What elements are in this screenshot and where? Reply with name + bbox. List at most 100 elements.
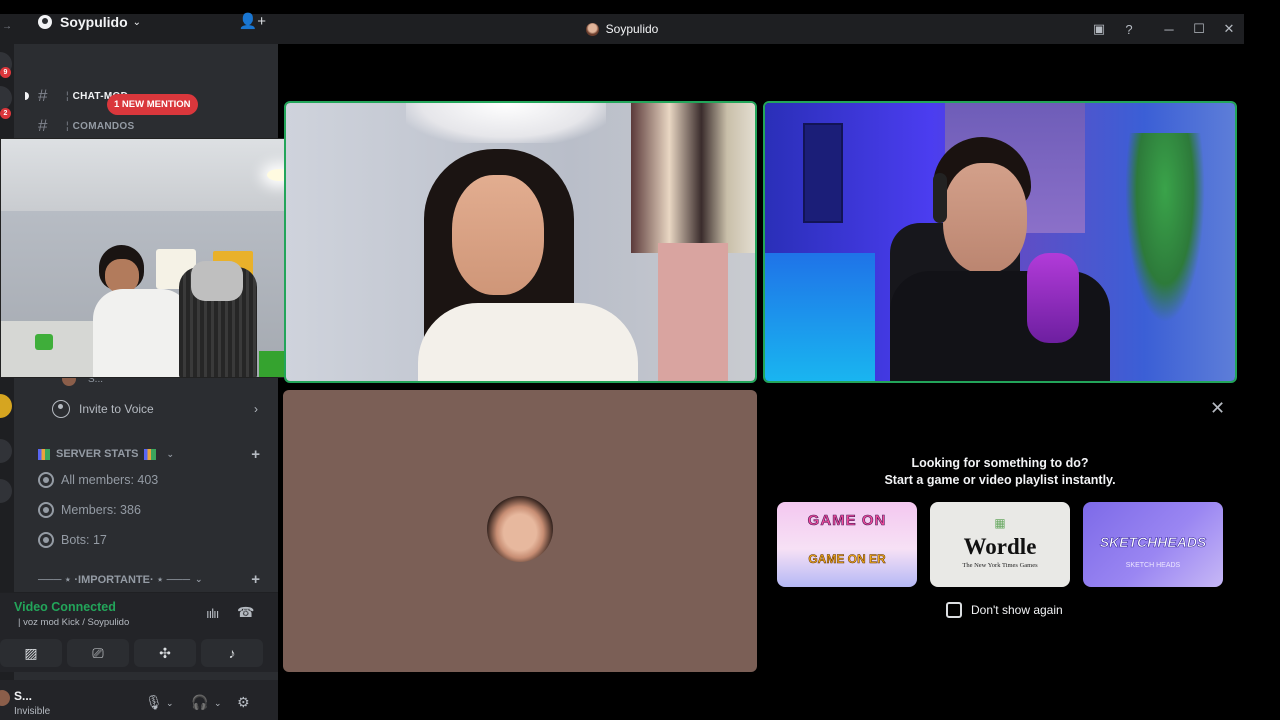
person-shirt (93, 289, 191, 377)
card-title: GAME ON (807, 512, 887, 530)
card-title: SKETCHHEADS (1099, 534, 1207, 551)
help-icon[interactable]: ? (1114, 14, 1144, 44)
stat-members[interactable]: Members: 386 (38, 500, 141, 520)
minimize-icon[interactable]: ─ (1154, 14, 1184, 44)
voice-status[interactable]: Video Connected (14, 600, 116, 614)
dont-show-again-option[interactable]: Don't show again (946, 602, 1063, 618)
mention-count-badge: 2 (0, 108, 11, 119)
chevron-down-icon[interactable]: ⌄ (166, 698, 174, 709)
wordle-grid-icon: ▦ (994, 516, 1006, 530)
category-server-stats[interactable]: SERVER STATS ⌄ + (38, 445, 268, 463)
activities-button[interactable]: ✣ (134, 639, 196, 667)
ceiling-light (406, 103, 606, 143)
server-icon[interactable] (0, 479, 12, 503)
microphone-icon[interactable]: 🎙 (145, 694, 163, 711)
hash-icon: # (38, 86, 48, 105)
screen-share-icon: ⎚ (92, 644, 104, 661)
server-name: Soypulido (60, 14, 128, 30)
channel-separator: ¦ (66, 120, 69, 132)
app-window: → Soypulido ▣ ? ─ ☐ ✕ 9 2 Soypulido ⌄ 👤+… (0, 0, 1280, 720)
maximize-icon[interactable]: ☐ (1184, 14, 1214, 44)
invite-to-voice-label: Invite to Voice (79, 402, 154, 416)
server-icon[interactable] (0, 439, 12, 463)
gear-icon[interactable]: ⚙ (237, 694, 250, 711)
category-label: SERVER STATS (56, 448, 139, 460)
desk-figure (35, 334, 53, 350)
wall-frame (803, 123, 843, 223)
window-title: Soypulido (585, 22, 659, 36)
voice-connection-panel: Video Connected | voz mod Kick / Soypuli… (0, 592, 278, 672)
video-tile-participant-2[interactable] (763, 101, 1237, 383)
card-subtitle: GAME ON ER (808, 552, 886, 567)
stats-chart-icon (38, 448, 50, 460)
chevron-right-icon: › (254, 402, 258, 416)
chevron-down-icon: ⌄ (166, 448, 175, 459)
video-tile-participant-3[interactable] (283, 390, 757, 672)
window-title-text: Soypulido (605, 22, 659, 36)
activity-card-game-on[interactable]: GAME ON GAME ON ER (777, 502, 917, 587)
channel-label: COMANDOS (72, 120, 135, 132)
disconnect-icon[interactable]: ☎ (237, 604, 254, 621)
add-channel-icon[interactable]: + (251, 446, 260, 463)
server-globe-icon (38, 15, 52, 29)
category-importante[interactable]: ─── ⋆ ·IMPORTANTE· ⋆ ─── ⌄ + (38, 570, 268, 588)
screen-share-button[interactable]: ⎚ (67, 639, 129, 667)
server-avatar-icon (585, 22, 599, 36)
video-tile-participant-1[interactable] (284, 101, 757, 383)
person-face (452, 175, 544, 295)
activity-card-sketchheads[interactable]: SKETCHHEADS SKETCH HEADS (1083, 502, 1223, 587)
plant (1125, 133, 1205, 323)
new-mention-badge[interactable]: 1 NEW MENTION (107, 94, 198, 115)
headphones-icon[interactable]: 🎧 (191, 694, 208, 711)
server-icon[interactable] (0, 394, 12, 418)
add-member-icon[interactable]: 👤+ (239, 12, 266, 30)
dont-show-again-checkbox[interactable] (946, 602, 962, 618)
voice-channel-path[interactable]: | voz mod Kick / Soypulido (18, 617, 129, 628)
soundboard-icon: ♪ (228, 645, 236, 661)
participant-avatar (487, 496, 553, 562)
chair-headrest (191, 261, 243, 301)
activity-card-wordle[interactable]: ▦ Wordle The New York Times Games (930, 502, 1070, 587)
add-channel-icon[interactable]: + (251, 571, 260, 588)
server-header[interactable]: Soypulido ⌄ 👤+ (14, 0, 278, 44)
user-name[interactable]: S... (14, 689, 32, 703)
back-arrow-icon[interactable]: → (2, 21, 12, 32)
stat-label: Bots: 17 (61, 533, 107, 547)
card-title: Wordle (963, 534, 1037, 559)
close-activity-panel-icon[interactable]: ✕ (1210, 398, 1225, 419)
user-icon (52, 400, 70, 418)
hanging-clothes (631, 103, 755, 253)
chevron-down-icon: ⌄ (195, 573, 203, 584)
stat-bots[interactable]: Bots: 17 (38, 530, 107, 550)
channel-comandos[interactable]: # ¦ COMANDOS (38, 116, 134, 136)
stat-label: Members: 386 (61, 503, 141, 517)
person-shirt (418, 303, 638, 381)
avatar[interactable] (0, 690, 10, 706)
pink-cabinet (658, 243, 728, 381)
invite-to-voice-button[interactable]: Invite to Voice › (52, 398, 268, 420)
stats-chart-icon (143, 448, 156, 460)
card-subtitle: SKETCH HEADS (1125, 562, 1181, 569)
server-icon[interactable] (0, 86, 12, 110)
chevron-down-icon: ⌄ (132, 16, 142, 28)
stat-all-members[interactable]: All members: 403 (38, 470, 158, 490)
stage-channel-icon (38, 472, 54, 488)
camera-off-button[interactable]: ▨ (0, 639, 62, 667)
activities-icon: ✣ (159, 644, 171, 661)
user-status: Invisible (14, 706, 51, 717)
inbox-icon[interactable]: ▣ (1084, 14, 1114, 44)
stage-channel-icon (38, 502, 54, 518)
soundboard-button[interactable]: ♪ (201, 639, 263, 667)
stage-channel-icon (38, 532, 54, 548)
activity-heading-line-1: Looking for something to do? (911, 456, 1089, 470)
headset (933, 173, 947, 223)
category-label: ─── ⋆ ·IMPORTANTE· ⋆ ─── (38, 573, 190, 586)
noise-suppression-icon[interactable]: ıılıı (206, 606, 219, 621)
person-face (105, 259, 139, 293)
chevron-down-icon[interactable]: ⌄ (214, 698, 222, 709)
activity-heading: Looking for something to do? Start a gam… (764, 455, 1236, 489)
blue-light-area (765, 253, 875, 381)
voice-action-buttons: ▨ ⎚ ✣ ♪ (0, 639, 278, 667)
dont-show-again-label: Don't show again (971, 603, 1063, 617)
close-icon[interactable]: ✕ (1214, 14, 1244, 44)
